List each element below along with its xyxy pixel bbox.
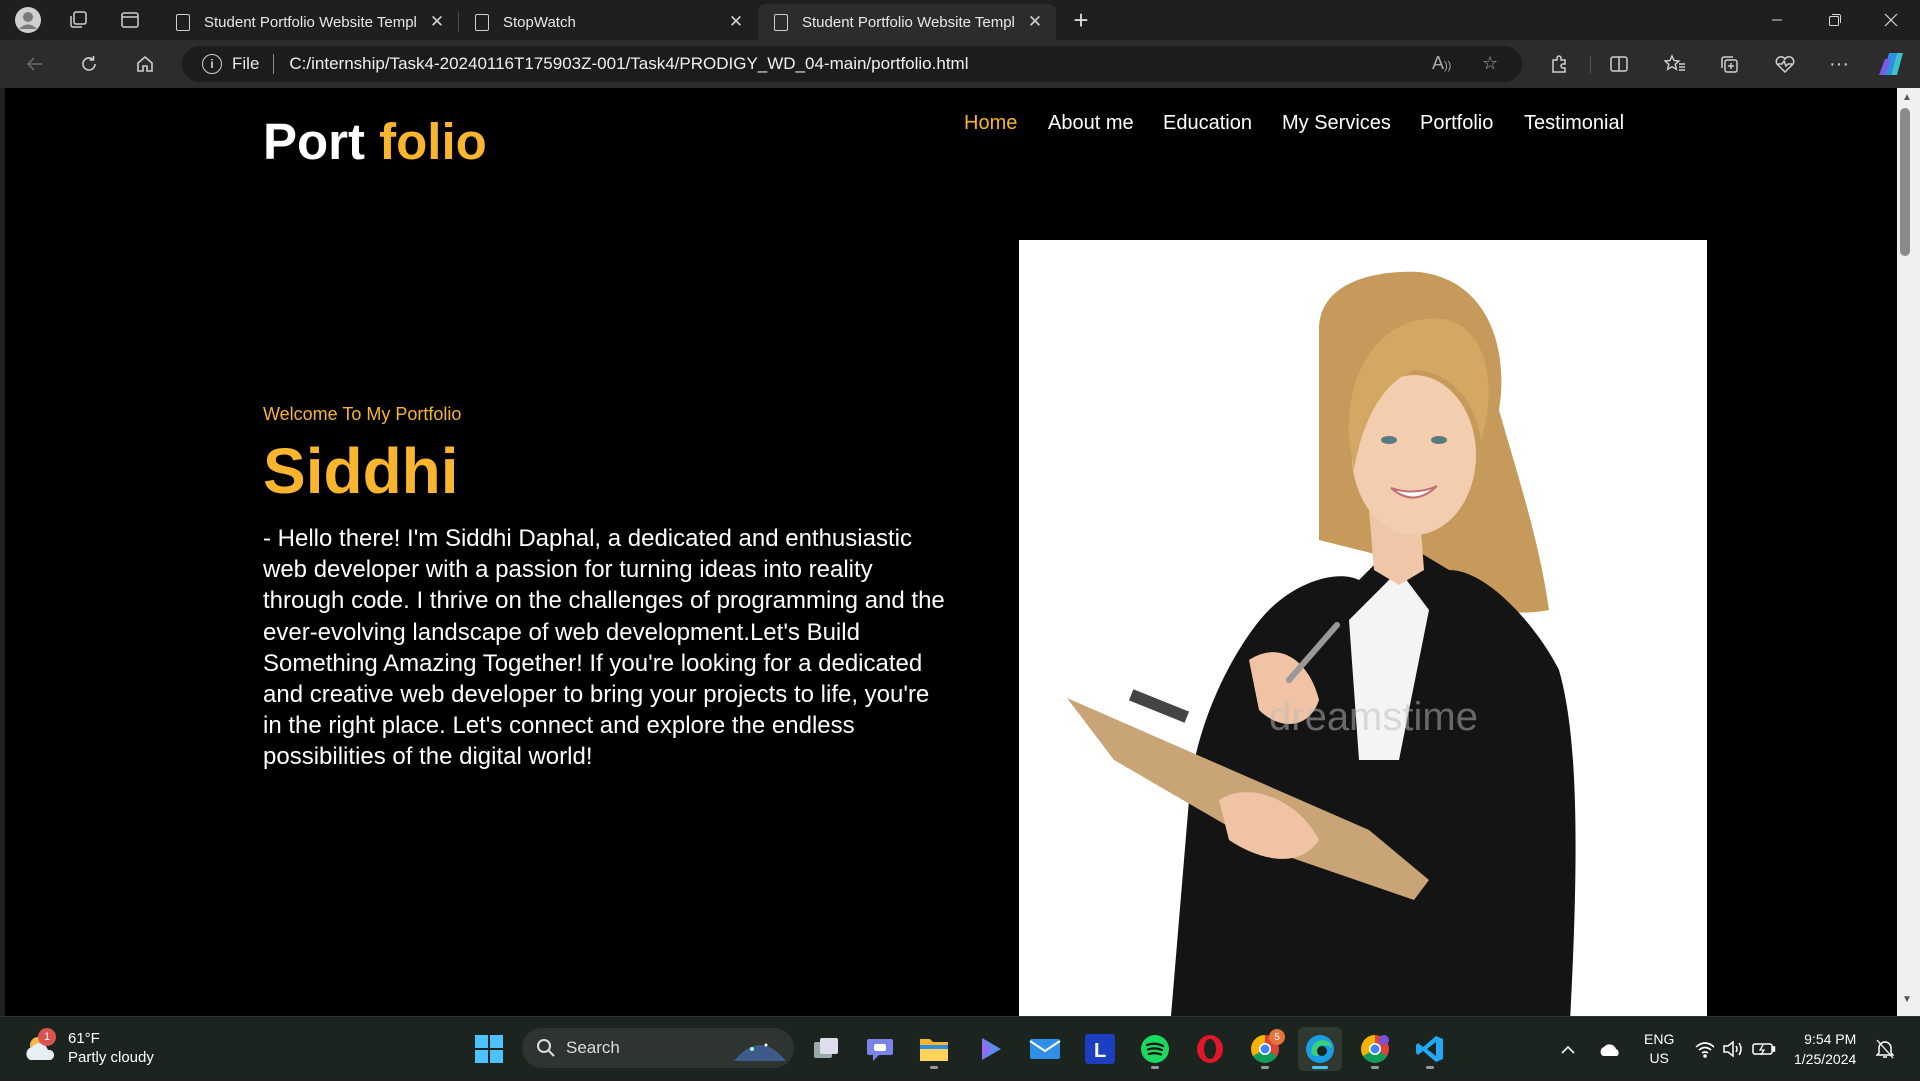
more-options-icon[interactable]: ···: [1822, 48, 1856, 80]
hero-name: Siddhi: [263, 435, 459, 507]
nav-home[interactable]: Home: [964, 112, 1017, 135]
page-viewport: Port folio Home About me Education My Se…: [5, 88, 1897, 1016]
nav-testimonial[interactable]: Testimonial: [1524, 112, 1624, 135]
chrome-badge: 5: [1269, 1029, 1285, 1045]
home-icon[interactable]: [128, 48, 162, 80]
close-icon[interactable]: ✕: [426, 12, 448, 32]
l-app-icon[interactable]: L: [1078, 1027, 1122, 1071]
page-icon: [774, 13, 788, 31]
scrollbar-thumb[interactable]: [1900, 108, 1910, 256]
search-placeholder: Search: [566, 1038, 620, 1057]
teams-chat-icon[interactable]: [858, 1027, 902, 1071]
favorites-icon[interactable]: [1658, 48, 1692, 80]
url-text[interactable]: C:/internship/Task4-20240116T175903Z-001…: [289, 54, 968, 74]
wifi-icon[interactable]: [1694, 1017, 1716, 1081]
scroll-down-icon[interactable]: ▼: [1900, 994, 1914, 1005]
hero-section: Welcome To My Portfolio Siddhi - Hello t…: [263, 404, 953, 773]
logo-part-2: folio: [379, 113, 487, 170]
page-icon: [176, 13, 190, 31]
nav-my-services[interactable]: My Services: [1282, 112, 1391, 135]
spotify-icon[interactable]: [1133, 1027, 1177, 1071]
read-aloud-icon[interactable]: A)): [1432, 53, 1451, 74]
extensions-icon[interactable]: [1542, 48, 1576, 80]
weather-condition: Partly cloudy: [68, 1049, 154, 1066]
show-hidden-icons[interactable]: [1560, 1017, 1576, 1081]
info-icon[interactable]: i: [202, 54, 222, 74]
workspaces-icon[interactable]: [62, 4, 94, 36]
tab-title: StopWatch: [503, 13, 576, 31]
notification-bell-icon[interactable]: [1876, 1017, 1894, 1081]
page-icon: [475, 13, 489, 31]
opera-icon[interactable]: [1188, 1027, 1232, 1071]
close-icon[interactable]: ✕: [1024, 12, 1046, 32]
close-window-button[interactable]: [1862, 0, 1920, 40]
onedrive-icon[interactable]: [1598, 1017, 1622, 1081]
edge-icon[interactable]: [1298, 1027, 1342, 1071]
browser-tab-bar: Student Portfolio Website Templ ✕ StopWa…: [0, 0, 1920, 40]
mail-icon[interactable]: [1023, 1027, 1067, 1071]
photo-watermark: dreamstime: [1269, 695, 1478, 739]
nav-portfolio[interactable]: Portfolio: [1420, 112, 1493, 135]
favorite-star-icon[interactable]: ☆: [1482, 53, 1498, 74]
lang-code: ENG: [1644, 1031, 1675, 1047]
tab-title: Student Portfolio Website Templ: [802, 13, 1015, 31]
copilot-icon[interactable]: [1874, 48, 1908, 80]
hero-bio: - Hello there! I'm Siddhi Daphal, a dedi…: [263, 525, 945, 771]
weather-badge: 1: [38, 1028, 56, 1046]
profile-icon[interactable]: [12, 4, 44, 36]
search-highlight-icon: [734, 1043, 786, 1061]
clock-time: 9:54 PM: [1804, 1031, 1857, 1047]
chrome-icon[interactable]: 5: [1243, 1027, 1287, 1071]
clock[interactable]: 9:54 PM 1/25/2024: [1794, 1017, 1856, 1081]
minimize-button[interactable]: [1748, 0, 1806, 40]
back-icon[interactable]: [18, 48, 52, 80]
weather-widget[interactable]: 1 61°F Partly cloudy: [22, 1028, 154, 1067]
file-explorer-icon[interactable]: [912, 1027, 956, 1071]
browser-essentials-icon[interactable]: [1768, 48, 1802, 80]
search-icon: [537, 1039, 555, 1057]
profile-photo: dreamstime: [1019, 240, 1707, 1016]
scheme-label: File: [232, 54, 260, 73]
nav-about-me[interactable]: About me: [1048, 112, 1134, 135]
windows-taskbar: 1 61°F Partly cloudy Search L 5 ENG US 9…: [0, 1016, 1920, 1080]
site-logo[interactable]: Port folio: [263, 112, 487, 171]
nav-education[interactable]: Education: [1163, 112, 1252, 135]
tab-stopwatch[interactable]: StopWatch ✕: [459, 4, 757, 40]
collections-icon[interactable]: [1712, 48, 1746, 80]
svg-text:L: L: [1094, 1040, 1106, 1062]
task-view-icon[interactable]: [804, 1027, 848, 1071]
browser-toolbar: i File C:/internship/Task4-20240116T1759…: [0, 40, 1920, 88]
media-player-icon[interactable]: [968, 1027, 1012, 1071]
weather-temp: 61°F: [68, 1030, 100, 1047]
vscode-icon[interactable]: [1408, 1027, 1452, 1071]
restore-button[interactable]: [1806, 0, 1864, 40]
clock-date: 1/25/2024: [1794, 1051, 1857, 1067]
lang-region: US: [1649, 1050, 1669, 1066]
vertical-tabs-icon[interactable]: [114, 4, 146, 36]
scroll-up-icon[interactable]: ▲: [1900, 92, 1914, 103]
tab-portfolio-active[interactable]: Student Portfolio Website Templ ✕: [758, 4, 1056, 40]
refresh-icon[interactable]: [72, 48, 106, 80]
new-tab-button[interactable]: +: [1064, 4, 1098, 36]
address-bar[interactable]: i File C:/internship/Task4-20240116T1759…: [182, 46, 1522, 82]
taskbar-search[interactable]: Search: [522, 1028, 794, 1068]
chrome-profile-icon[interactable]: [1353, 1027, 1397, 1071]
weather-cloud-icon: 1: [22, 1028, 58, 1066]
language-indicator[interactable]: ENG US: [1644, 1017, 1674, 1081]
tab-portfolio-1[interactable]: Student Portfolio Website Templ ✕: [160, 4, 458, 40]
tab-title: Student Portfolio Website Templ: [204, 13, 417, 31]
logo-part-1: Port: [263, 113, 380, 170]
volume-icon[interactable]: [1722, 1017, 1744, 1081]
start-button[interactable]: [467, 1027, 511, 1071]
close-icon[interactable]: ✕: [725, 12, 747, 32]
battery-icon[interactable]: [1752, 1017, 1776, 1081]
welcome-text: Welcome To My Portfolio: [263, 404, 462, 424]
split-screen-icon[interactable]: [1602, 48, 1636, 80]
